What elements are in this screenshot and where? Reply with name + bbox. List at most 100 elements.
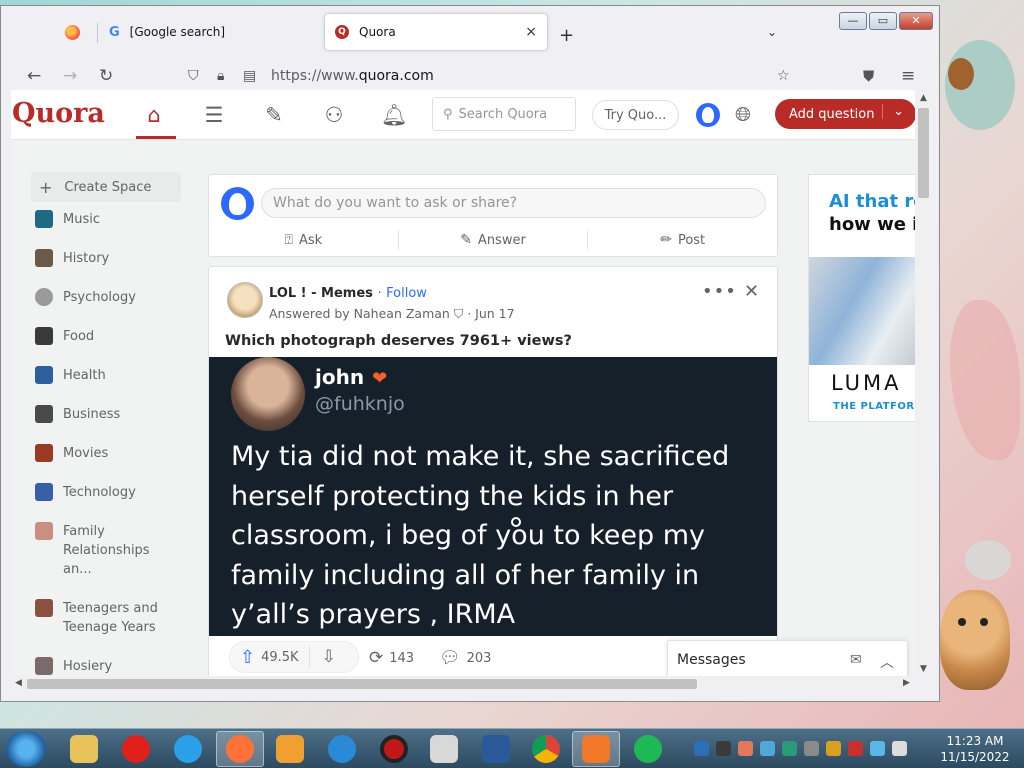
- sidebar-item-psychology[interactable]: Psychology: [31, 288, 181, 307]
- post-date: · Jun 17: [467, 306, 515, 321]
- search-input[interactable]: ⚲ Search Quora: [432, 97, 576, 131]
- try-quora-button[interactable]: Try Quo...: [592, 100, 679, 130]
- horizontal-scrollbar[interactable]: ◀ ▶: [11, 676, 915, 692]
- answer-icon[interactable]: ✎: [259, 100, 289, 130]
- menu-icon[interactable]: ≡: [901, 66, 915, 86]
- home-icon[interactable]: ⌂: [139, 100, 169, 130]
- scroll-left-icon[interactable]: ◀: [15, 678, 22, 688]
- quora-logo[interactable]: Quora: [12, 98, 105, 129]
- language-globe-icon[interactable]: 🌐︎: [735, 102, 751, 126]
- sidebar-item-business[interactable]: Business: [31, 405, 181, 424]
- space-thumbnail: [35, 288, 53, 306]
- sidebar-item-family[interactable]: Family Relationships an...: [31, 522, 181, 579]
- scrollbar-thumb[interactable]: [27, 679, 697, 689]
- list-tabs-button[interactable]: ⌄: [767, 25, 777, 39]
- dismiss-post-icon[interactable]: ✕: [744, 281, 759, 302]
- tray-icon[interactable]: [760, 741, 775, 756]
- sidebar-item-movies[interactable]: Movies: [31, 444, 181, 463]
- scroll-up-icon[interactable]: ▲: [920, 93, 927, 103]
- spotify-icon[interactable]: [624, 731, 672, 767]
- internet-explorer-icon[interactable]: [164, 731, 212, 767]
- lock-icon[interactable]: 🔒︎: [217, 68, 224, 84]
- clock-date: 11/15/2022: [940, 750, 1010, 764]
- sidebar-item-history[interactable]: History: [31, 249, 181, 268]
- notifications-icon[interactable]: 🔔︎: [379, 100, 409, 130]
- tab-google-search[interactable]: G [Google search]: [101, 14, 319, 50]
- answer-author[interactable]: Answered by Nahean Zaman: [269, 306, 450, 321]
- tray-icon[interactable]: [782, 741, 797, 756]
- spaces-icon[interactable]: ⚇: [319, 100, 349, 130]
- screen-recorder-icon[interactable]: [370, 731, 418, 767]
- tweet-image[interactable]: john ❤ @fuhknjo My tia did not make it, s…: [209, 357, 777, 636]
- bookmark-star-icon[interactable]: ☆: [777, 68, 790, 84]
- new-tab-button[interactable]: +: [559, 25, 574, 46]
- virtualbox-icon[interactable]: [472, 731, 520, 767]
- chevron-down-icon[interactable]: ⌄: [882, 104, 904, 119]
- answer-button[interactable]: ✎ Answer: [399, 227, 588, 253]
- url-bar[interactable]: ⛉ 🔒︎ ▤ https://www.quora.com ☆: [179, 61, 801, 91]
- share-button[interactable]: ⟳ 143: [369, 648, 414, 668]
- profile-avatar[interactable]: [696, 103, 720, 127]
- edge-icon[interactable]: [318, 731, 366, 767]
- post-button[interactable]: ✏ Post: [588, 227, 777, 253]
- scrollbar-thumb[interactable]: [918, 108, 929, 198]
- space-name-link[interactable]: LOL ! - Memes: [269, 286, 373, 301]
- more-options-icon[interactable]: •••: [702, 281, 737, 302]
- messages-panel[interactable]: Messages ✉ ︿: [667, 640, 908, 676]
- pocket-icon[interactable]: ⛊: [863, 67, 874, 85]
- app-launcher-icon[interactable]: [572, 731, 620, 767]
- sidebar-item-label: Health: [63, 368, 106, 383]
- tray-icon[interactable]: [694, 741, 709, 756]
- tray-icon[interactable]: [804, 741, 819, 756]
- comment-button[interactable]: 💬︎ 203: [439, 648, 491, 668]
- ask-input[interactable]: What do you want to ask or share?: [261, 188, 766, 218]
- forward-icon[interactable]: →: [63, 66, 77, 86]
- downvote-icon[interactable]: ⇩: [322, 647, 336, 667]
- chevron-up-icon[interactable]: ︿: [880, 652, 894, 672]
- scroll-down-icon[interactable]: ▼: [920, 664, 927, 674]
- monkey-desktop-icon[interactable]: [948, 58, 974, 90]
- calendar-321-icon[interactable]: [420, 731, 468, 767]
- sidebar-item-food[interactable]: Food: [31, 327, 181, 346]
- space-avatar[interactable]: [227, 282, 263, 318]
- back-icon[interactable]: ←: [27, 66, 41, 86]
- tweet-text: My tia did not make it, she sacrificed h…: [231, 441, 730, 631]
- media-player-icon[interactable]: [266, 731, 314, 767]
- ask-button[interactable]: ⍰ Ask: [209, 227, 398, 253]
- sidebar-ad[interactable]: AI that re how we i LUMA THE PLATFOR: [808, 174, 915, 422]
- reader-view-icon[interactable]: ▤: [243, 68, 256, 84]
- sidebar-item-teenagers[interactable]: Teenagers and Teenage Years: [31, 599, 181, 637]
- sidebar-item-technology[interactable]: Technology: [31, 483, 181, 502]
- system-clock[interactable]: 11:23 AM 11/15/2022: [935, 733, 1015, 765]
- chrome-icon[interactable]: [522, 731, 570, 767]
- create-space-button[interactable]: + Create Space: [31, 172, 181, 202]
- upvote-button[interactable]: ⇧ 49.5K: [230, 647, 299, 668]
- tray-icon[interactable]: [716, 741, 731, 756]
- sidebar-item-hosiery[interactable]: Hosiery: [31, 657, 181, 676]
- question-title[interactable]: Which photograph deserves 7961+ views?: [225, 333, 572, 349]
- reload-icon[interactable]: ↻: [99, 66, 113, 86]
- start-button[interactable]: [6, 731, 46, 767]
- tab-firefox[interactable]: [47, 14, 97, 50]
- flag-icon[interactable]: [848, 741, 863, 756]
- network-icon[interactable]: [870, 741, 885, 756]
- following-icon[interactable]: ☰: [199, 100, 229, 130]
- vertical-scrollbar[interactable]: ▲ ▼: [915, 90, 933, 676]
- shield-icon[interactable]: ⛉: [188, 68, 199, 84]
- close-tab-icon[interactable]: ×: [525, 24, 537, 40]
- volume-icon[interactable]: [892, 741, 907, 756]
- tray-icon[interactable]: [826, 741, 841, 756]
- compose-message-icon[interactable]: ✉: [850, 652, 862, 668]
- file-explorer-icon[interactable]: [60, 731, 108, 767]
- sidebar-item-music[interactable]: Music: [31, 210, 181, 229]
- tray-icon[interactable]: [738, 741, 753, 756]
- user-avatar[interactable]: [221, 187, 254, 220]
- firefox-taskbar-icon[interactable]: [216, 731, 264, 767]
- scroll-right-icon[interactable]: ▶: [903, 678, 910, 688]
- opera-icon[interactable]: [112, 731, 160, 767]
- follow-link[interactable]: Follow: [386, 286, 427, 301]
- add-question-button[interactable]: Add question ⌄: [775, 99, 915, 129]
- tab-quora[interactable]: Q Quora ×: [325, 14, 547, 50]
- sidebar-item-health[interactable]: Health: [31, 366, 181, 385]
- url-text[interactable]: https://www.quora.com: [271, 68, 434, 84]
